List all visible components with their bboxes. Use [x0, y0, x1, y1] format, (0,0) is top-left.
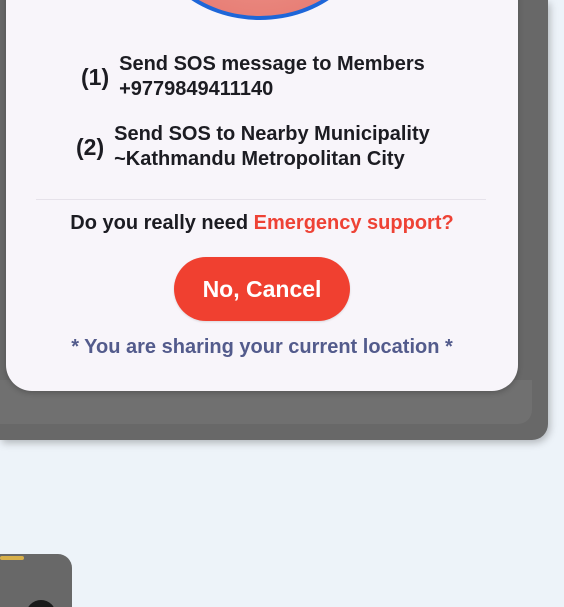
- municipality-name: ~Kathmandu Metropolitan City: [114, 148, 405, 170]
- step-text: Send SOS to Nearby Municipality ~Kathman…: [114, 122, 430, 172]
- confirmation-question: Do you really need Emergency support?: [6, 212, 518, 235]
- member-phone-number: +9779849411140: [119, 78, 274, 100]
- question-highlight: Emergency support?: [253, 212, 454, 234]
- step-title: Send SOS to Nearby Municipality: [114, 123, 430, 145]
- step-number: (2): [76, 133, 105, 160]
- floating-dot-icon: [26, 600, 56, 607]
- location-sharing-note: * You are sharing your current location …: [71, 336, 453, 358]
- step-number: (1): [81, 63, 110, 90]
- screen: (1) Send SOS message to Members +9779849…: [0, 0, 564, 607]
- step-send-to-members: (1) Send SOS message to Members +9779849…: [81, 52, 425, 102]
- floating-badge: [0, 556, 24, 560]
- question-text: Do you really need: [70, 212, 254, 234]
- step-title: Send SOS message to Members: [119, 53, 425, 75]
- sos-circle-icon[interactable]: [148, 0, 372, 20]
- divider: [36, 199, 486, 200]
- floating-action-card[interactable]: [0, 554, 72, 607]
- step-text: Send SOS message to Members +97798494111…: [119, 52, 425, 102]
- step-send-to-municipality: (2) Send SOS to Nearby Municipality ~Kat…: [76, 122, 430, 172]
- cancel-button[interactable]: No, Cancel: [174, 257, 350, 321]
- sos-confirm-dialog: (1) Send SOS message to Members +9779849…: [6, 0, 518, 391]
